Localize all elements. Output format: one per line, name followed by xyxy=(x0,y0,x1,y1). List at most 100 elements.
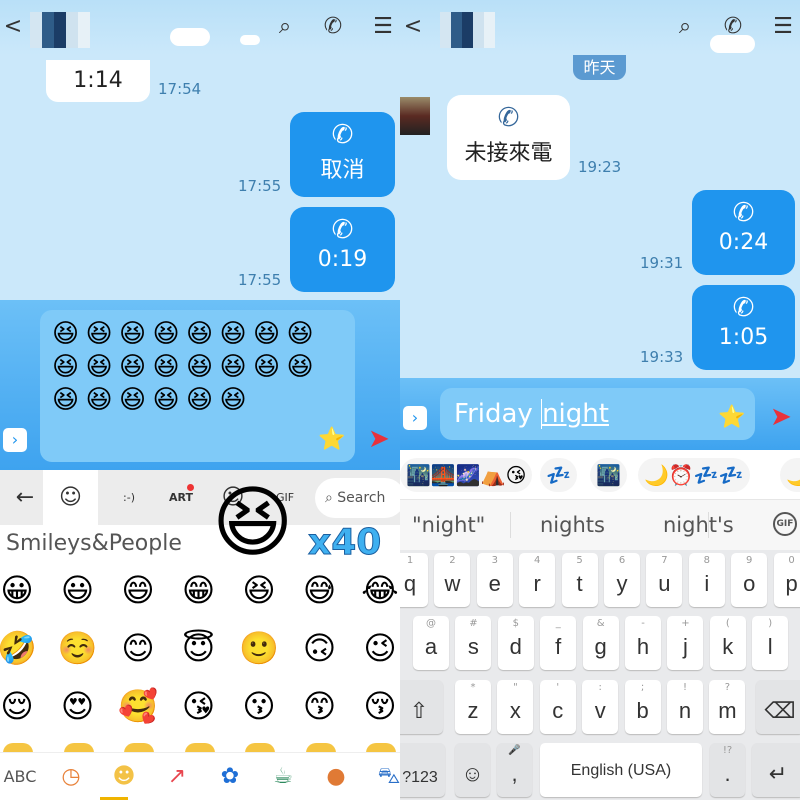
emoji-key[interactable]: 😅 xyxy=(300,570,340,610)
abc-button[interactable]: ABC xyxy=(0,753,40,800)
avatar[interactable] xyxy=(400,97,430,135)
emoji-key[interactable]: 😂 xyxy=(360,570,400,610)
back-icon[interactable]: < xyxy=(0,14,26,40)
send-button[interactable]: ➤ xyxy=(368,424,390,454)
period-key[interactable]: !?. xyxy=(710,743,745,797)
key-r[interactable]: 4r xyxy=(519,553,556,607)
key-z[interactable]: * z xyxy=(455,680,491,734)
key-m[interactable]: ? m xyxy=(709,680,746,734)
emoji-key[interactable]: 😚 xyxy=(360,686,400,726)
key-o[interactable]: 9o xyxy=(731,553,768,607)
call-bubble[interactable]: ✆ 1:05 xyxy=(692,285,795,370)
tab-art-icon[interactable]: ART xyxy=(156,470,206,525)
tab-emoticon-icon[interactable]: :-) xyxy=(104,470,154,525)
emoji-key[interactable]: 😙 xyxy=(300,686,340,726)
emoji-key[interactable]: 😀 xyxy=(0,570,37,610)
message-bubble[interactable]: 1:14 xyxy=(46,60,150,102)
category-clock-icon[interactable]: ◷ xyxy=(51,753,91,800)
category-coffee-icon[interactable]: ☕ xyxy=(263,753,303,800)
category-smiley-icon[interactable]: ☻ xyxy=(104,753,144,800)
phone-icon: ✆ xyxy=(331,120,354,150)
category-trending-icon[interactable]: ↗ xyxy=(157,753,197,800)
emoji-suggestion[interactable]: 🌙 xyxy=(780,458,800,492)
emoji-key[interactable]: 🤣 xyxy=(0,628,37,668)
call-bubble[interactable]: ✆ 0:19 xyxy=(290,207,395,292)
key-p[interactable]: 0p xyxy=(773,553,800,607)
key-d[interactable]: $ d xyxy=(497,616,534,670)
emoji-key[interactable]: ☺️ xyxy=(58,628,98,668)
key-b[interactable]: ; b xyxy=(624,680,661,734)
message-input[interactable]: Friday night xyxy=(440,388,755,440)
category-flower-icon[interactable]: ✿ xyxy=(210,753,250,800)
phone-icon[interactable]: ✆ xyxy=(720,14,746,40)
emoji-key[interactable]: 😃 xyxy=(58,570,98,610)
search-icon[interactable]: ⌕ xyxy=(672,14,698,40)
word-suggestion[interactable]: nights xyxy=(540,500,605,550)
emoji-suggestion[interactable]: 💤 xyxy=(540,458,577,492)
message-input[interactable]: 😆 😆 😆 😆 😆 😆 😆 😆😆 😆 😆 😆 😆 😆 😆 😆😆 😆 😆 😆 😆 😆 xyxy=(40,310,355,462)
call-bubble[interactable]: ✆ 取消 xyxy=(290,112,395,197)
enter-key[interactable]: ↵ xyxy=(752,743,800,797)
key-k[interactable]: (k xyxy=(709,616,746,670)
key-a[interactable]: @ a xyxy=(413,616,449,670)
emoji-suggestion[interactable]: 🌙⏰💤💤 xyxy=(638,458,750,492)
comma-key[interactable]: 🎤, xyxy=(497,743,532,797)
sticker-icon[interactable]: ⭐ xyxy=(318,427,345,452)
space-bar[interactable]: English (USA) xyxy=(540,743,702,797)
emoji-key[interactable]: 🙃 xyxy=(300,628,340,668)
emoji-suggestion[interactable]: 🌃 xyxy=(590,458,627,492)
key-s[interactable]: # s xyxy=(455,616,492,670)
key-f[interactable]: _ f xyxy=(540,616,577,670)
key-i[interactable]: 8i xyxy=(688,553,725,607)
symbols-key[interactable]: ?123 xyxy=(400,743,445,797)
emoji-key[interactable]: 😄 xyxy=(118,570,158,610)
key-v[interactable]: :v xyxy=(582,680,619,734)
emoji-search-button[interactable]: ⌕ Search xyxy=(315,478,400,518)
call-bubble[interactable]: ✆ 未接來電 xyxy=(447,95,570,180)
emoji-key[interactable]: 😁 xyxy=(179,570,219,610)
emoji-key[interactable]: 😊 xyxy=(118,628,158,668)
back-icon[interactable]: < xyxy=(400,14,426,40)
emoji-key[interactable]: 😘 xyxy=(179,686,219,726)
key-c[interactable]: ' c xyxy=(539,680,576,734)
key-n[interactable]: ! n xyxy=(667,680,703,734)
key-h[interactable]: -h xyxy=(625,616,661,670)
emoji-key[interactable]: 😆 xyxy=(239,570,279,610)
send-button[interactable]: ➤ xyxy=(770,402,792,432)
emoji-key[interactable]: 🥰 xyxy=(118,686,158,726)
expand-button[interactable]: › xyxy=(3,428,27,452)
sticker-icon[interactable]: ⭐ xyxy=(718,405,745,430)
category-car-icon[interactable]: ⛍ xyxy=(369,753,400,800)
backspace-key[interactable]: ⌫ xyxy=(756,680,800,734)
shift-key[interactable]: ⇧ xyxy=(400,680,443,734)
category-basketball-icon[interactable]: ● xyxy=(316,753,356,800)
emoji-key[interactable]: 😍 xyxy=(58,686,98,726)
key-x[interactable]: " x xyxy=(497,680,534,734)
call-bubble[interactable]: ✆ 0:24 xyxy=(692,190,795,275)
key-j[interactable]: + j xyxy=(667,616,704,670)
word-suggestion[interactable]: night's xyxy=(663,500,734,550)
emoji-key[interactable]: 😇 xyxy=(179,628,219,668)
tab-smiley-icon[interactable]: ☺ xyxy=(43,470,98,525)
key-e[interactable]: 3e xyxy=(476,553,513,607)
key-u[interactable]: 7u xyxy=(646,553,683,607)
menu-icon[interactable]: ☰ xyxy=(770,14,796,40)
key-q[interactable]: 1q xyxy=(400,553,428,607)
emoji-key[interactable]: 😗 xyxy=(239,686,279,726)
emoji-suggestion[interactable]: 🌃🌉🌌⛺😘 xyxy=(400,458,533,492)
key-y[interactable]: 6y xyxy=(604,553,640,607)
key-g[interactable]: & g xyxy=(582,616,619,670)
search-icon[interactable]: ⌕ xyxy=(272,14,298,40)
menu-icon[interactable]: ☰ xyxy=(370,14,396,40)
emoji-key[interactable]: ☺ xyxy=(455,743,490,797)
gif-search-icon[interactable]: GIF xyxy=(773,512,797,536)
emoji-key[interactable]: 😌 xyxy=(0,686,37,726)
key-t[interactable]: 5t xyxy=(561,553,598,607)
key-w[interactable]: 2w xyxy=(434,553,471,607)
phone-icon[interactable]: ✆ xyxy=(320,14,346,40)
expand-button[interactable]: › xyxy=(403,406,427,430)
emoji-key[interactable]: 😉 xyxy=(360,628,400,668)
key-l[interactable]: ) l xyxy=(752,616,789,670)
word-suggestion[interactable]: "night" xyxy=(412,500,485,550)
emoji-key[interactable]: 🙂 xyxy=(239,628,279,668)
